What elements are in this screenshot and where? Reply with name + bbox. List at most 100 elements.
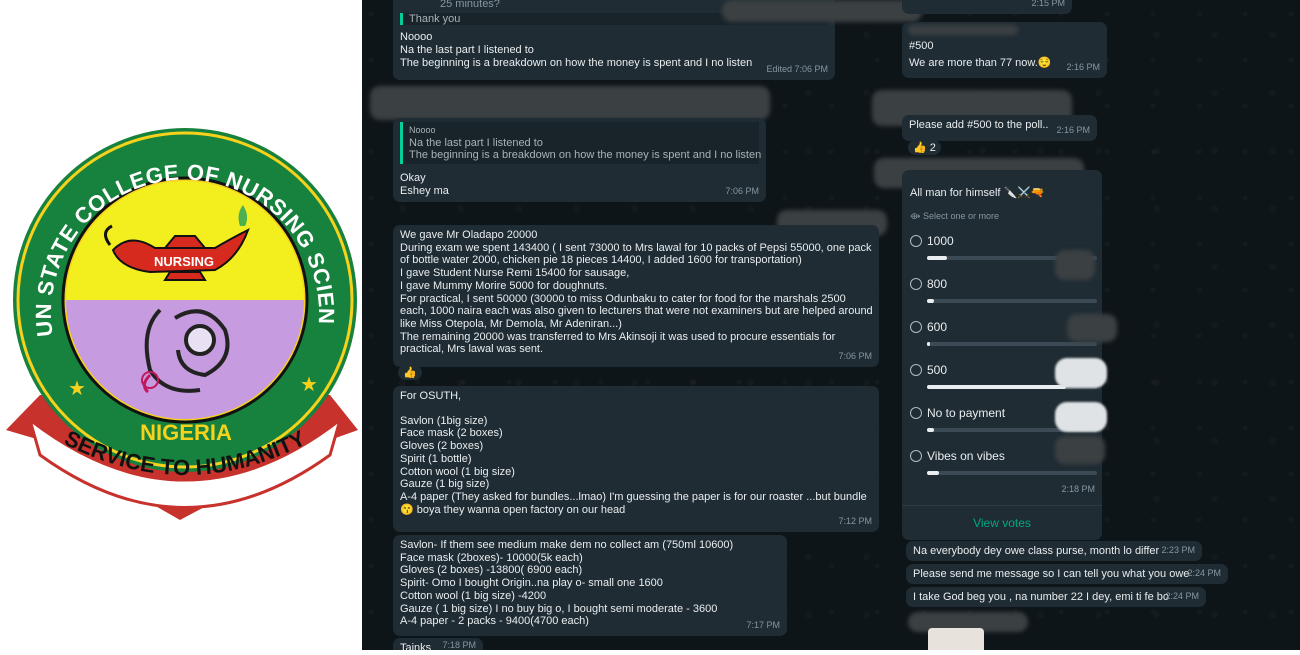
poll-option-bar	[927, 342, 1097, 346]
star-icon-left: ★	[68, 378, 86, 400]
message-line: The beginning is a breakdown on how the …	[400, 56, 753, 69]
message-time: 7:06 PM	[725, 186, 759, 197]
redacted-name	[370, 86, 770, 120]
message-time: 2:23 PM	[1161, 545, 1195, 556]
message-time: 7:18 PM	[442, 640, 476, 650]
radio-icon[interactable]	[910, 278, 922, 291]
message-text: I take God beg you , na number 22 I dey,…	[913, 591, 1170, 603]
message-line: of bottle water 2000, chicken pie 18 pie…	[400, 254, 802, 267]
message-bubble[interactable]: We gave Mr Oladapo 20000 During exam we …	[393, 225, 879, 367]
message-line: #500	[909, 40, 934, 52]
multi-select-icon: ⟴	[910, 211, 921, 221]
message-line: Savlon- If them see medium make dem no c…	[400, 539, 734, 551]
radio-icon[interactable]	[910, 364, 922, 377]
poll-option-label: No to payment	[927, 406, 1006, 420]
poll-card[interactable]: All man for himself 🔪⚔️🔫 ⟴ Select one or…	[902, 170, 1102, 540]
message-line: Savlon (1big size)	[400, 414, 488, 427]
message-line: Spirit- Omo I bought Origin..na play o- …	[400, 577, 663, 590]
message-line: each, 1000 naira each was also given to …	[400, 305, 873, 318]
sticker-image[interactable]	[928, 628, 984, 650]
message-line: Cotton wool (1 big size) -4200	[400, 589, 547, 602]
message-line: Face mask (2boxes)- 10000(5k each)	[400, 551, 583, 564]
message-bubble[interactable]: I take God beg you , na number 22 I dey,…	[906, 587, 1206, 607]
college-logo-panel: NURSING OGUN STATE COLLEGE OF NURSING SC…	[0, 0, 362, 650]
voter-avatars	[1055, 250, 1095, 280]
poll-option-bar-fill	[927, 385, 1067, 389]
radio-icon[interactable]	[910, 450, 922, 463]
voter-avatars	[1055, 402, 1107, 432]
message-text: Please add #500 to the poll..	[909, 119, 1049, 131]
message-bubble[interactable]: Na everybody dey owe class purse, month …	[906, 541, 1202, 561]
message-bubble[interactable]: For OSUTH, Savlon (1big size) Face mask …	[393, 386, 879, 532]
lamp-label: NURSING	[154, 254, 214, 269]
message-bubble[interactable]: Savlon- If them see medium make dem no c…	[393, 535, 787, 636]
message-line: The remaining 20000 was transferred to M…	[400, 330, 836, 343]
message-line	[400, 403, 872, 415]
message-line: I gave Student Nurse Remi 15400 for saus…	[400, 267, 630, 280]
message-line: Eshey ma	[400, 184, 449, 197]
message-bubble[interactable]: Please add #500 to the poll.. 2:16 PM	[902, 115, 1097, 141]
message-line: Spirit (1 bottle)	[400, 452, 472, 465]
message-line: For practical, I sent 50000 (30000 to mi…	[400, 292, 846, 305]
poll-option-bar	[927, 299, 1097, 303]
message-time: 2:24 PM	[1187, 568, 1221, 579]
message-text: Tainks	[400, 642, 432, 650]
message-line: 😙 boya they wanna open factory on our he…	[400, 503, 626, 516]
reaction-badge[interactable]: 👍	[398, 365, 422, 380]
message-bubble[interactable]: 2:15 PM	[902, 0, 1072, 14]
poll-option-bar-fill	[927, 299, 934, 303]
message-bubble[interactable]: Tainks 7:18 PM	[393, 638, 483, 650]
poll-option-bar-fill	[927, 256, 948, 260]
poll-option-label: 800	[927, 277, 948, 291]
message-line: A-4 paper (They asked for bundles...lmao…	[400, 490, 867, 503]
radio-icon[interactable]	[910, 235, 922, 248]
message-line: Gauze (1 big size)	[400, 478, 490, 491]
message-time: 7:12 PM	[838, 516, 872, 527]
college-logo: NURSING OGUN STATE COLLEGE OF NURSING SC…	[0, 0, 358, 520]
message-line: like Miss Otepola, Mr Demola, Mr Adenira…	[400, 317, 622, 330]
message-line: Face mask (2 boxes)	[400, 427, 503, 440]
message-line: We gave Mr Oladapo 20000	[400, 229, 538, 241]
message-line: Gauze ( 1 big size) I no buy big o, I bo…	[400, 602, 718, 615]
message-line: Noooo	[400, 31, 433, 44]
message-line: A-4 paper - 2 packs - 9400(4700 each)	[400, 615, 589, 628]
message-line: Na the last part I listened to	[400, 44, 534, 57]
message-line: I gave Mummy Morire 5000 for doughnuts.	[400, 279, 608, 292]
quote-line: Na the last part I listened to	[409, 136, 543, 149]
message-time: 2:15 PM	[1031, 0, 1065, 9]
poll-option-bar-fill	[927, 428, 934, 432]
reaction-badge[interactable]: 👍 2	[908, 140, 941, 155]
message-line: For OSUTH,	[400, 390, 462, 402]
poll-option-bar-fill	[927, 342, 931, 346]
message-time: 2:16 PM	[1056, 125, 1090, 136]
voter-avatars	[1055, 436, 1105, 464]
message-text: Na everybody dey owe class purse, month …	[913, 545, 1160, 557]
message-bubble[interactable]: Noooo Na the last part I listened to The…	[393, 118, 766, 202]
quote-line: The beginning is a breakdown on how the …	[409, 149, 762, 162]
poll-title: All man for himself 🔪⚔️🔫	[910, 187, 1045, 199]
message-line: During exam we spent 143400 ( I sent 730…	[400, 241, 872, 254]
message-line: Gloves (2 boxes) -13800( 6900 each)	[400, 564, 583, 577]
view-votes-button[interactable]: View votes	[902, 505, 1102, 540]
radio-icon[interactable]	[910, 407, 922, 420]
voter-avatars	[1067, 314, 1117, 342]
message-text: Please send me message so I can tell you…	[913, 568, 1190, 580]
message-bubble[interactable]: #500 We are more than 77 now.😌 2:16 PM	[902, 22, 1107, 78]
message-bubble[interactable]: Please send me message so I can tell you…	[906, 564, 1228, 584]
poll-option-bar	[927, 471, 1097, 475]
poll-option-label: 500	[927, 363, 948, 377]
poll-option-1000[interactable]: 1000	[910, 235, 1100, 260]
message-time: 7:17 PM	[746, 620, 780, 631]
message-time: 2:16 PM	[1066, 62, 1100, 73]
radio-icon[interactable]	[910, 321, 922, 334]
chat-screenshot: 25 minutes? Thank you Noooo Na the last …	[362, 0, 1300, 650]
message-line: Gloves (2 boxes)	[400, 440, 484, 453]
poll-option-bar-fill	[927, 471, 939, 475]
star-icon-right: ★	[300, 374, 318, 396]
message-line: Okay	[400, 172, 426, 185]
message-time: 7:06 PM	[838, 351, 872, 362]
poll-subtitle: Select one or more	[922, 211, 999, 221]
country-label: NIGERIA	[140, 420, 232, 445]
poll-option-label: Vibes on vibes	[927, 449, 1005, 463]
message-time: Edited 7:06 PM	[766, 64, 828, 75]
